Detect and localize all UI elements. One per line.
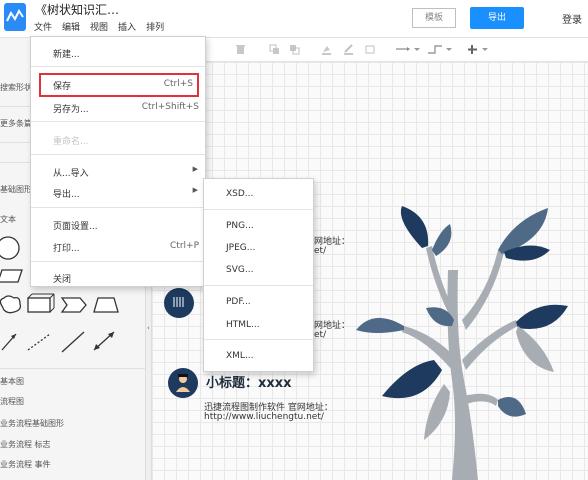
export-jpeg[interactable]: JPEG... [204,239,313,257]
menu-item-label: PNG... [226,221,254,231]
url-text: http://www.liuchengtu.net/ [204,412,324,422]
menu-item-label: 重命名... [53,137,89,147]
url-text: et/ [314,246,327,256]
menu-item-import[interactable]: 从...导入 ▶ [31,161,205,181]
subtitle-text[interactable]: 小标题：xxxx [206,372,292,391]
app-logo-icon [4,3,26,31]
menu-item-label: XSD... [226,189,254,199]
menu-separator [31,66,205,67]
line-color-icon[interactable] [343,44,354,55]
avatar[interactable] [164,288,194,318]
menu-item-save-as[interactable]: 另存为... Ctrl+Shift+S [31,97,205,117]
text-shape[interactable]: 文本 [0,214,16,225]
export-svg[interactable]: SVG... [204,261,313,279]
tree-illustration[interactable] [348,200,588,480]
chevron-right-icon: ▶ [192,186,198,194]
shape-search-input[interactable]: 搜索形状 [0,82,32,93]
export-png[interactable]: PNG... [204,217,313,235]
export-pdf[interactable]: PDF... [204,293,313,311]
menu-item-close[interactable]: 关闭 [31,267,205,287]
menu-item-label: XML... [226,351,254,361]
menu-item-label: 保存 [53,82,72,92]
category-flowchart[interactable]: 流程图 [0,396,24,407]
menu-separator [31,261,205,262]
avatar[interactable] [168,368,198,398]
menu-item-label: 另存为... [53,105,89,115]
menu-item-new[interactable]: 新建... [31,42,205,62]
delete-icon[interactable] [235,44,246,55]
export-xml[interactable]: XML... [204,347,313,365]
divider [0,368,146,369]
to-front-icon[interactable] [269,44,280,55]
menu-item-page-setup[interactable]: 页面设置... [31,214,205,234]
menu-arrange[interactable]: 排列 [146,20,164,33]
category-basic[interactable]: 基本图 [0,376,24,387]
menu-item-save[interactable]: 保存 Ctrl+S [39,73,199,97]
menu-item-print[interactable]: 打印... Ctrl+P [31,236,205,256]
menu-insert[interactable]: 插入 [118,20,136,33]
shadow-icon[interactable] [365,44,376,55]
menu-separator [31,121,205,122]
menu-separator [31,154,205,155]
document-title: 《树状知识汇… [35,3,120,17]
export-button[interactable]: 导出 [470,7,524,29]
to-back-icon[interactable] [289,44,300,55]
category-bpmn-basic[interactable]: 业务流程基础图形 [0,418,64,429]
menu-item-label: 打印... [53,244,80,254]
menu-item-label: JPEG... [226,243,256,253]
menu-item-label: 新建... [53,50,80,60]
add-icon[interactable] [467,44,493,55]
menu-item-label: 导出... [53,190,80,200]
menu-view[interactable]: 视图 [90,20,108,33]
menu-edit[interactable]: 编辑 [62,20,80,33]
menu-separator [204,209,313,210]
connector-style-icon[interactable] [395,44,421,55]
basic-shapes-header[interactable]: 基础图形 [0,184,32,195]
menu-item-label: HTML... [226,320,260,330]
export-submenu: XSD... PNG... JPEG... SVG... PDF... HTML… [203,178,314,372]
menu-item-label: SVG... [226,265,254,275]
file-menu: 新建... 保存 Ctrl+S 另存为... Ctrl+Shift+S 重命名.… [30,36,206,287]
chevron-right-icon: ▶ [192,165,198,173]
export-html[interactable]: HTML... [204,316,313,334]
menu-separator [31,207,205,208]
collapse-arrow-icon[interactable]: ‹ [147,324,150,332]
template-button[interactable]: 模板 [412,8,456,28]
waypoint-icon[interactable] [427,44,453,55]
category-bpmn-marker[interactable]: 业务流程 标志 [0,439,51,450]
toolbar [205,38,588,62]
fill-color-icon[interactable] [321,44,332,55]
menu-file[interactable]: 文件 [34,20,52,33]
menu-item-label: PDF... [226,297,251,307]
menu-item-label: 从...导入 [53,169,89,179]
url-text: et/ [314,330,327,340]
export-xsd[interactable]: XSD... [204,185,313,203]
menu-item-shortcut: Ctrl+Shift+S [141,102,199,112]
login-button[interactable]: 登录 [562,11,582,26]
menu-item-label: 关闭 [53,275,72,285]
title-bar: 《树状知识汇… 文件 编辑 视图 插入 排列 模板 导出 登录 [0,0,588,38]
menu-item-export[interactable]: 导出... ▶ [31,182,205,202]
menu-item-rename: 重命名... [31,129,205,149]
menu-separator [204,339,313,340]
category-bpmn-event[interactable]: 业务流程 事件 [0,459,51,470]
menu-item-label: 页面设置... [53,222,98,232]
menu-separator [204,285,313,286]
menu-item-shortcut: Ctrl+P [170,241,199,251]
menu-bar: 文件 编辑 视图 插入 排列 [34,20,164,33]
more-shapes-link[interactable]: 更多条篇 [0,118,32,129]
menu-item-shortcut: Ctrl+S [163,79,193,89]
